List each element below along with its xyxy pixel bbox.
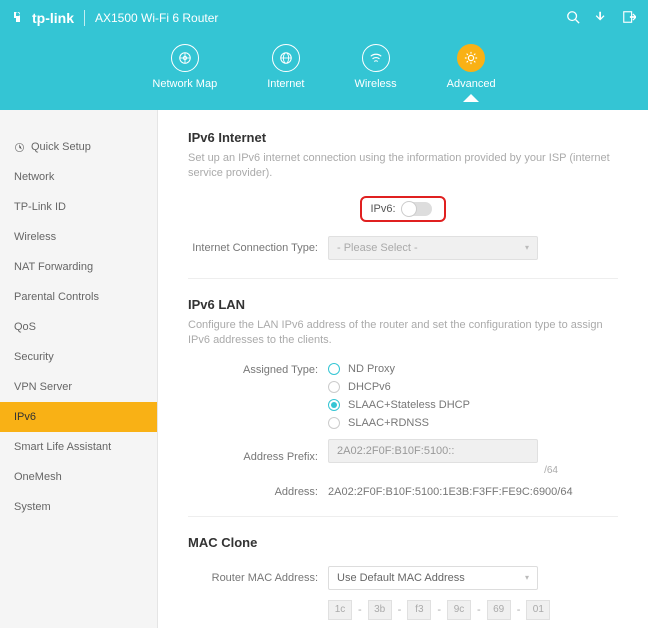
sidebar-item-label: System	[14, 501, 51, 513]
clock-icon	[14, 142, 25, 153]
gear-icon	[457, 44, 485, 72]
sidebar-item-label: Smart Life Assistant	[14, 441, 111, 453]
sidebar-item-security[interactable]: Security	[0, 342, 157, 372]
prefix-input[interactable]: 2A02:2F0F:B10F:5100::	[328, 439, 538, 463]
mac-octet[interactable]: 9c	[447, 600, 471, 620]
conn-type-select[interactable]: - Please Select - ▾	[328, 236, 538, 260]
select-value: Use Default MAC Address	[337, 572, 465, 584]
prefix-value: 2A02:2F0F:B10F:5100::	[337, 445, 454, 457]
sidebar-item-label: QoS	[14, 321, 36, 333]
radio-slaac-stateless[interactable]: SLAAC+Stateless DHCP	[328, 399, 618, 411]
radio-icon	[328, 399, 340, 411]
sidebar-item-smart-life[interactable]: Smart Life Assistant	[0, 432, 157, 462]
search-icon[interactable]	[566, 10, 580, 27]
radio-icon	[328, 363, 340, 375]
sidebar: Quick Setup Network TP-Link ID Wireless …	[0, 110, 158, 628]
radio-label: ND Proxy	[348, 363, 395, 375]
prefix-label: Address Prefix:	[188, 451, 328, 463]
sidebar-item-onemesh[interactable]: OneMesh	[0, 462, 157, 492]
app-header: tp-link AX1500 Wi-Fi 6 Router Network Ma…	[0, 0, 648, 110]
sidebar-item-label: OneMesh	[14, 471, 62, 483]
radio-label: SLAAC+RDNSS	[348, 417, 429, 429]
mac-octet[interactable]: 1c	[328, 600, 352, 620]
download-icon[interactable]	[594, 10, 608, 27]
prefix-suffix: /64	[328, 465, 558, 476]
radio-label: SLAAC+Stateless DHCP	[348, 399, 470, 411]
sidebar-item-nat[interactable]: NAT Forwarding	[0, 252, 157, 282]
brand-row: tp-link AX1500 Wi-Fi 6 Router	[0, 0, 648, 36]
mac-octets: 1c- 3b- f3- 9c- 69- 01	[328, 600, 618, 620]
radio-nd-proxy[interactable]: ND Proxy	[328, 363, 618, 375]
section-desc: Set up an IPv6 internet connection using…	[188, 151, 618, 182]
nav-network-map[interactable]: Network Map	[152, 44, 217, 102]
nav-advanced[interactable]: Advanced	[447, 44, 496, 102]
model-name: AX1500 Wi-Fi 6 Router	[95, 11, 218, 25]
brand-divider	[84, 10, 85, 26]
brand-logo: tp-link	[12, 10, 74, 26]
sidebar-item-wireless[interactable]: Wireless	[0, 222, 157, 252]
internet-icon	[272, 44, 300, 72]
nav-wireless[interactable]: Wireless	[355, 44, 397, 102]
ipv6-toggle-highlight: IPv6:	[360, 196, 445, 222]
mac-octet[interactable]: f3	[407, 600, 431, 620]
radio-label: DHCPv6	[348, 381, 391, 393]
sidebar-item-system[interactable]: System	[0, 492, 157, 522]
address-value: 2A02:2F0F:B10F:5100:1E3B:F3FF:FE9C:6900/…	[328, 486, 618, 498]
chevron-down-icon: ▾	[525, 573, 529, 582]
address-label: Address:	[188, 486, 328, 498]
sidebar-item-label: Network	[14, 171, 54, 183]
ipv6-toggle[interactable]	[402, 202, 432, 216]
sidebar-item-label: Quick Setup	[31, 141, 91, 153]
content-area: IPv6 Internet Set up an IPv6 internet co…	[158, 110, 648, 628]
header-actions	[566, 10, 636, 27]
sidebar-item-label: VPN Server	[14, 381, 72, 393]
section-divider	[188, 516, 618, 517]
section-title-ipv6-lan: IPv6 LAN	[188, 297, 618, 312]
globe-icon	[171, 44, 199, 72]
sidebar-item-label: Wireless	[14, 231, 56, 243]
select-value: - Please Select -	[337, 242, 418, 254]
sidebar-item-label: NAT Forwarding	[14, 261, 93, 273]
sidebar-item-vpn[interactable]: VPN Server	[0, 372, 157, 402]
brand-text: tp-link	[32, 10, 74, 26]
section-desc: Configure the LAN IPv6 address of the ro…	[188, 318, 618, 349]
assigned-type-radios: ND Proxy DHCPv6 SLAAC+Stateless DHCP SLA…	[328, 363, 618, 429]
sidebar-item-label: TP-Link ID	[14, 201, 66, 213]
section-title-mac-clone: MAC Clone	[188, 535, 618, 550]
main-nav: Network Map Internet Wireless Advanced	[0, 44, 648, 102]
mac-octet[interactable]: 01	[526, 600, 550, 620]
radio-icon	[328, 417, 340, 429]
wifi-icon	[362, 44, 390, 72]
nav-internet[interactable]: Internet	[267, 44, 304, 102]
radio-slaac-rdnss[interactable]: SLAAC+RDNSS	[328, 417, 618, 429]
mac-octet[interactable]: 69	[487, 600, 511, 620]
chevron-down-icon: ▾	[525, 243, 529, 252]
mac-select[interactable]: Use Default MAC Address ▾	[328, 566, 538, 590]
sidebar-item-network[interactable]: Network	[0, 162, 157, 192]
sidebar-item-qos[interactable]: QoS	[0, 312, 157, 342]
sidebar-item-label: Security	[14, 351, 54, 363]
tp-logo-icon	[12, 10, 28, 26]
conn-type-label: Internet Connection Type:	[188, 242, 328, 254]
mac-octet[interactable]: 3b	[368, 600, 392, 620]
section-title-ipv6-internet: IPv6 Internet	[188, 130, 618, 145]
sidebar-item-tplink-id[interactable]: TP-Link ID	[0, 192, 157, 222]
assigned-type-label: Assigned Type:	[188, 363, 328, 376]
nav-label: Internet	[267, 78, 304, 90]
section-divider	[188, 278, 618, 279]
ipv6-toggle-label: IPv6:	[370, 203, 395, 215]
logout-icon[interactable]	[622, 10, 636, 27]
sidebar-item-ipv6[interactable]: IPv6	[0, 402, 157, 432]
sidebar-item-quick-setup[interactable]: Quick Setup	[0, 132, 157, 162]
sidebar-item-label: IPv6	[14, 411, 36, 423]
mac-label: Router MAC Address:	[188, 572, 328, 584]
nav-label: Wireless	[355, 78, 397, 90]
page-body: Quick Setup Network TP-Link ID Wireless …	[0, 110, 648, 628]
radio-dhcpv6[interactable]: DHCPv6	[328, 381, 618, 393]
nav-label: Advanced	[447, 78, 496, 90]
sidebar-item-parental[interactable]: Parental Controls	[0, 282, 157, 312]
sidebar-item-label: Parental Controls	[14, 291, 99, 303]
nav-label: Network Map	[152, 78, 217, 90]
radio-icon	[328, 381, 340, 393]
